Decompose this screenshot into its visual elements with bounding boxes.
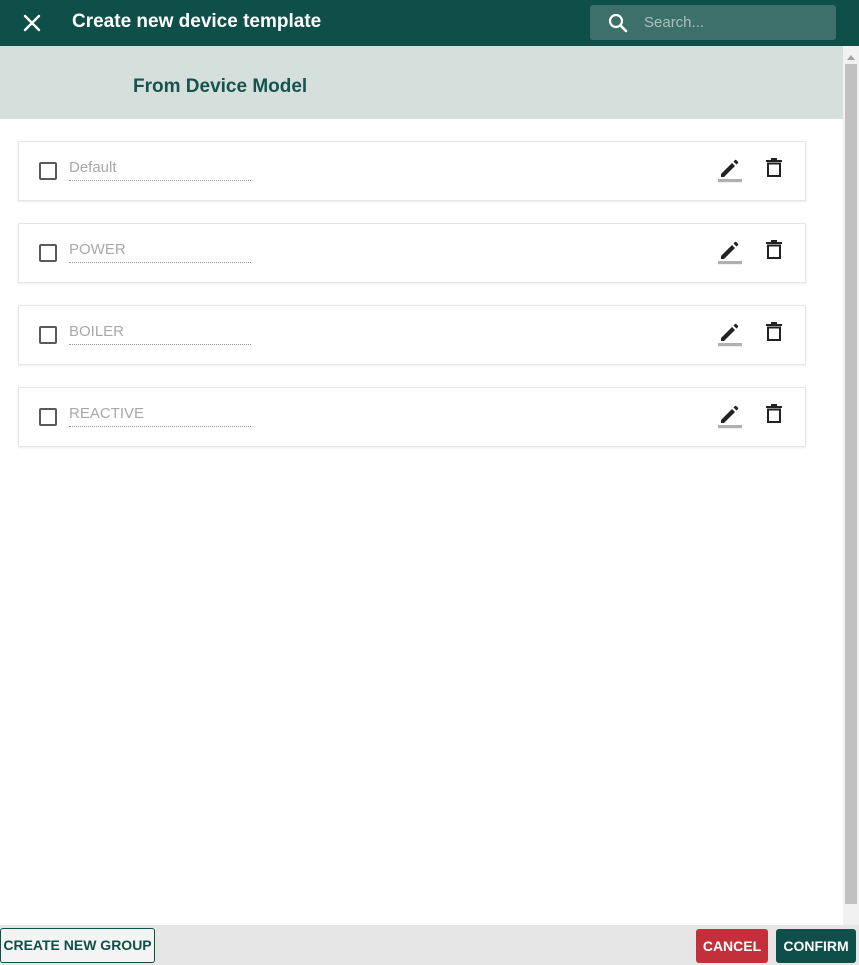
pencil-edit-icon[interactable] (715, 237, 743, 265)
group-name-input[interactable] (69, 400, 251, 427)
group-name-input[interactable] (69, 154, 251, 181)
group-card (18, 305, 806, 365)
dialog-footer: CREATE NEW GROUP CANCEL CONFIRM (0, 925, 859, 965)
group-checkbox[interactable] (39, 162, 57, 180)
group-checkbox[interactable] (39, 408, 57, 426)
group-card (18, 141, 806, 201)
trash-icon[interactable] (763, 321, 785, 345)
section-header: From Device Model (0, 46, 843, 119)
search-box[interactable] (590, 5, 836, 40)
close-icon[interactable] (18, 9, 46, 37)
trash-icon[interactable] (763, 157, 785, 181)
group-card (18, 223, 806, 283)
create-new-group-button[interactable]: CREATE NEW GROUP (0, 928, 155, 963)
confirm-button[interactable]: CONFIRM (776, 929, 856, 963)
trash-icon[interactable] (763, 239, 785, 263)
vertical-scrollbar[interactable] (843, 46, 859, 925)
group-checkbox[interactable] (39, 244, 57, 262)
scroll-thumb[interactable] (845, 64, 857, 904)
trash-icon[interactable] (763, 403, 785, 427)
group-name-input[interactable] (69, 236, 251, 263)
group-card (18, 387, 806, 447)
section-title: From Device Model (133, 76, 308, 97)
pencil-edit-icon[interactable] (715, 155, 743, 183)
dialog-title: Create new device template (72, 11, 322, 32)
pencil-edit-icon[interactable] (715, 319, 743, 347)
pencil-edit-icon[interactable] (715, 401, 743, 429)
group-name-input[interactable] (69, 318, 251, 345)
search-input[interactable] (644, 5, 830, 40)
scroll-up-arrow-icon[interactable] (847, 55, 855, 60)
top-app-bar: Create new device template (0, 0, 859, 46)
search-icon[interactable] (607, 12, 629, 34)
cancel-button[interactable]: CANCEL (696, 929, 768, 963)
group-checkbox[interactable] (39, 326, 57, 344)
